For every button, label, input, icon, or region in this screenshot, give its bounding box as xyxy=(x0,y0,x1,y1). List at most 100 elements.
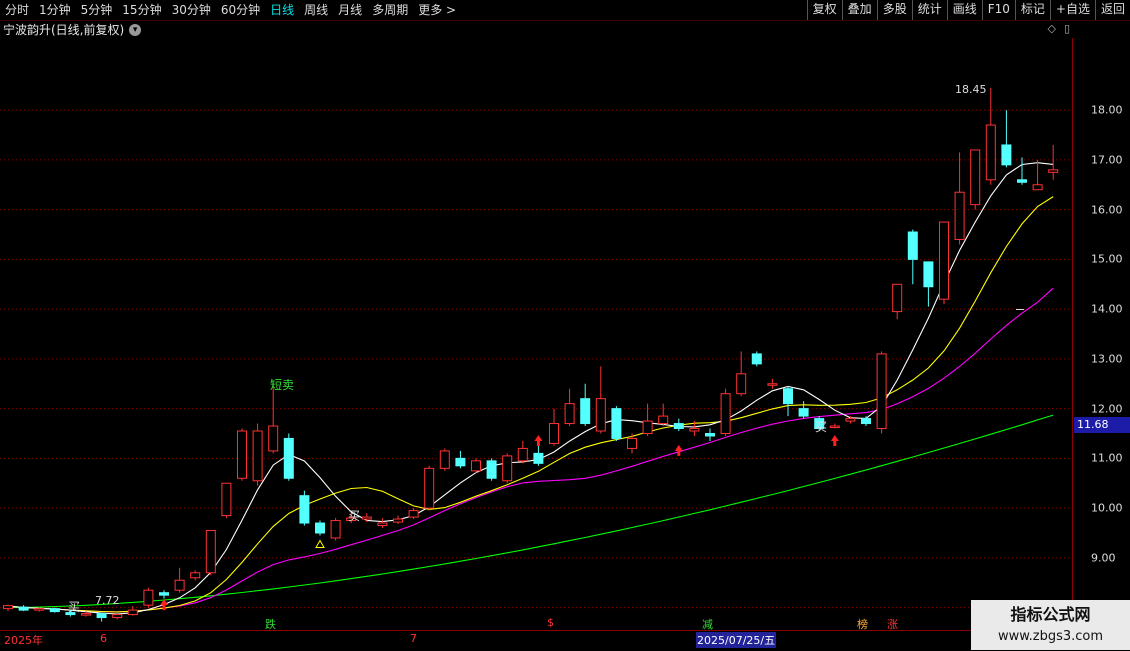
candle-down xyxy=(533,452,544,464)
toolbar-button[interactable]: 返回 xyxy=(1094,0,1130,20)
candle-down xyxy=(283,437,294,479)
candle-up xyxy=(361,516,372,520)
candle-up xyxy=(829,425,840,429)
candle-up xyxy=(237,430,247,479)
candle-up xyxy=(1032,184,1043,191)
candle-down xyxy=(611,408,622,439)
period-tab[interactable]: 60分钟 xyxy=(216,0,265,20)
buy-signal-label: 买 xyxy=(68,600,81,614)
price-axis: 11.68 18.00 17.00 16.00 15.00 14.00 13.00 12.0… xyxy=(1016,38,1130,630)
period-tab[interactable]: 30分钟 xyxy=(167,0,216,20)
candle-up xyxy=(268,425,279,452)
period-tab[interactable]: 5分钟 xyxy=(76,0,118,20)
candle-down xyxy=(673,423,684,430)
period-tab[interactable]: 分时 xyxy=(0,0,34,20)
short-sell-label: 短卖 xyxy=(270,378,295,392)
ma5-line xyxy=(7,162,1054,615)
chevron-down-icon[interactable]: ▾ xyxy=(129,23,142,36)
buy-signal-label: 买 xyxy=(348,509,361,523)
candle-down xyxy=(861,418,871,425)
panel-toggle-icon[interactable]: ▯ xyxy=(1064,22,1070,35)
y-tick-label: 16.00 xyxy=(1091,203,1123,217)
candle-up xyxy=(658,415,669,425)
period-tabs: 分时 1分钟 5分钟 15分钟 30分钟 60分钟 日线 周线 月线 多周期 更多 > xyxy=(0,0,461,20)
candle-up xyxy=(174,579,185,591)
period-tab[interactable]: 更多 > xyxy=(413,0,461,20)
candle-up xyxy=(736,373,747,395)
toolbar-button[interactable]: F10 xyxy=(981,0,1015,20)
candle-up xyxy=(143,589,154,606)
ma60-line xyxy=(7,414,1054,609)
y-tick-label: 18.00 xyxy=(1091,103,1123,117)
y-tick-label: 12.00 xyxy=(1091,402,1123,416)
candle-up xyxy=(939,221,949,300)
kline-chart[interactable] xyxy=(0,38,1072,630)
candle-up xyxy=(954,191,965,240)
candle-up xyxy=(112,614,123,619)
buy-arrow-icon xyxy=(830,434,839,446)
buy-signal-label: 买 xyxy=(815,420,828,434)
y-tick-label: 17.00 xyxy=(1091,153,1123,167)
period-tab[interactable]: 日线 xyxy=(265,0,299,20)
y-tick-label: 11.00 xyxy=(1091,451,1123,465)
candle-down xyxy=(751,353,762,365)
event-tag-dollar[interactable]: $ xyxy=(547,616,554,629)
current-price-flag: 11.68 xyxy=(1074,416,1130,433)
candle-up xyxy=(221,482,232,517)
toolbar-button[interactable]: 画线 xyxy=(946,0,982,20)
candle-up xyxy=(502,455,513,482)
candle-down xyxy=(1001,144,1012,166)
period-tab[interactable]: 15分钟 xyxy=(117,0,166,20)
toolbar-button[interactable]: 标记 xyxy=(1014,0,1050,20)
toolbar-button[interactable]: 叠加 xyxy=(841,0,877,20)
period-tab[interactable]: 月线 xyxy=(333,0,367,20)
candle-down xyxy=(49,608,60,613)
period-tab[interactable]: 多周期 xyxy=(367,0,413,20)
chart-title: 宁波韵升(日线,前复权) xyxy=(3,23,125,37)
candle-up xyxy=(377,522,388,527)
candle-up xyxy=(876,353,887,430)
candle-up xyxy=(549,423,559,444)
x-tick-label: 2025年 xyxy=(4,634,43,647)
candle-down xyxy=(315,522,325,534)
candle-up xyxy=(252,430,263,482)
toolbar: 分时 1分钟 5分钟 15分钟 30分钟 60分钟 日线 周线 月线 多周期 更多 > 复权 叠加 多股… xyxy=(0,0,1130,21)
period-tab[interactable]: 周线 xyxy=(299,0,333,20)
chart-top-icons: ◇ ▯ xyxy=(1047,22,1070,35)
candle-up xyxy=(190,572,201,579)
x-tick-label: 6 xyxy=(100,632,107,645)
x-tick-label: 7 xyxy=(410,632,417,645)
watermark: 指标公式网 www.zbgs3.com xyxy=(971,600,1130,650)
candle-down xyxy=(18,606,29,611)
toolbar-button[interactable]: +自选 xyxy=(1049,0,1095,20)
candle-up xyxy=(471,460,481,472)
watermark-title: 指标公式网 xyxy=(1010,605,1091,624)
diamond-icon[interactable]: ◇ xyxy=(1047,22,1055,35)
triangle-icon xyxy=(315,539,325,548)
candle-up xyxy=(689,428,700,432)
candle-up xyxy=(205,530,216,574)
y-tick-label: 9.00 xyxy=(1091,551,1116,565)
candle-up xyxy=(642,420,653,434)
candle-up xyxy=(1048,169,1059,173)
period-tab[interactable]: 1分钟 xyxy=(34,0,76,20)
toolbar-button[interactable]: 统计 xyxy=(911,0,947,20)
toolbar-button[interactable]: 多股 xyxy=(876,0,912,20)
candle-down xyxy=(798,408,809,417)
y-tick-label: 10.00 xyxy=(1091,501,1123,515)
candle-down xyxy=(783,388,793,405)
candle-down xyxy=(705,432,715,437)
candle-up xyxy=(985,124,996,181)
candle-up xyxy=(3,605,13,610)
low-price-label: 7.72 xyxy=(95,594,120,607)
candle-down xyxy=(923,261,934,288)
buy-arrow-icon xyxy=(674,444,683,456)
candle-up xyxy=(424,467,435,509)
chart-title-bar: 宁波韵升(日线,前复权) ▾ xyxy=(3,21,142,38)
y-tick-label: 14.00 xyxy=(1091,302,1123,316)
buy-arrow-icon xyxy=(534,434,543,446)
candle-up xyxy=(439,450,450,469)
candle-up xyxy=(408,510,419,518)
toolbar-button[interactable]: 复权 xyxy=(806,0,842,20)
toolbar-buttons: 复权 叠加 多股 统计 画线 F10 标记 +自选 返回 xyxy=(806,0,1130,20)
